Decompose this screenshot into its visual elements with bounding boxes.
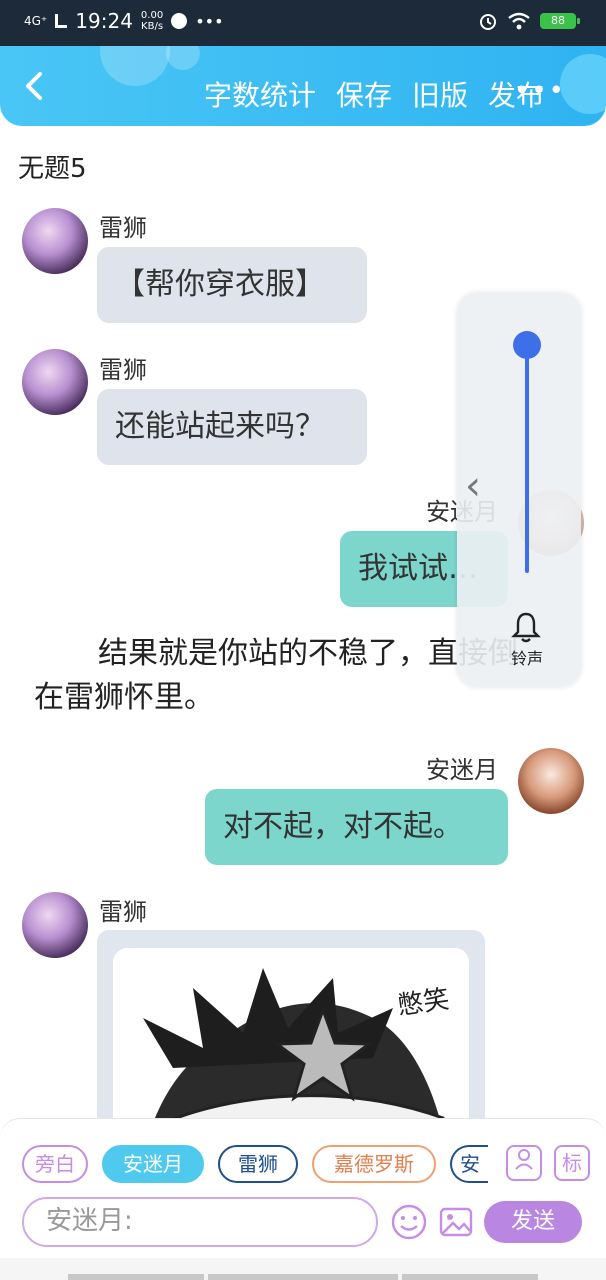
network-indicator: 4G⁺: [24, 14, 48, 28]
back-icon[interactable]: [20, 68, 50, 104]
word-count-button[interactable]: 字数统计: [204, 74, 316, 114]
message-bubble[interactable]: 还能站起来吗？: [97, 389, 367, 465]
app-header: 字数统计 保存 旧版 发布 •••: [0, 46, 606, 126]
decor-bubble: [560, 54, 606, 114]
volume-collapse-icon[interactable]: ‹: [465, 463, 481, 509]
send-button[interactable]: 发送: [484, 1201, 582, 1243]
status-bar: 4G⁺ 19:24 0.00 KB/s ••• 88: [0, 0, 606, 46]
volume-slider-track[interactable]: [525, 345, 529, 573]
alarm-icon: [480, 14, 496, 30]
speaker-name: 雷狮: [99, 898, 147, 926]
avatar[interactable]: [22, 892, 88, 958]
volume-slider-knob[interactable]: [513, 331, 541, 359]
tag-button[interactable]: 标: [554, 1145, 590, 1181]
character-chip[interactable]: 雷狮: [218, 1145, 298, 1183]
wifi-icon: [508, 12, 530, 30]
speaker-name: 雷狮: [99, 214, 147, 242]
character-chip[interactable]: 嘉德罗斯: [312, 1145, 436, 1183]
more-options-icon[interactable]: •••: [514, 76, 566, 106]
decor-bubble: [166, 46, 200, 70]
bell-icon[interactable]: [511, 611, 541, 643]
battery-indicator: 88: [540, 13, 580, 29]
nav-segment: [208, 1274, 398, 1280]
message-input[interactable]: 安迷月:: [22, 1197, 378, 1247]
profile-icon[interactable]: [506, 1145, 542, 1181]
speed-unit: KB/s: [141, 21, 164, 32]
clock: 19:24: [75, 9, 133, 33]
avatar[interactable]: [22, 208, 88, 274]
speed-value: 0.00: [140, 10, 164, 21]
network-speed: 0.00 KB/s: [141, 10, 163, 32]
character-chip-narrator[interactable]: 旁白: [22, 1145, 88, 1183]
character-chip-selected[interactable]: 安迷月: [102, 1145, 204, 1183]
browser-icon: [171, 13, 188, 29]
save-button[interactable]: 保存: [336, 74, 392, 114]
volume-panel: ‹ 铃声: [457, 293, 581, 687]
composer-bar: 旁白 安迷月 雷狮 嘉德罗斯 安 标 安迷月: 发送: [0, 1118, 606, 1259]
ringtone-label: 铃声: [511, 649, 544, 668]
sticker-caption: 憋笑: [395, 984, 452, 1022]
page-title: 无题5: [18, 154, 87, 184]
person-icon: [515, 1149, 533, 1170]
avatar[interactable]: [22, 349, 88, 415]
character-chip[interactable]: 安: [450, 1145, 488, 1183]
message-bubble[interactable]: 对不起，对不起。: [205, 789, 508, 865]
nav-segment: [68, 1274, 204, 1280]
image-picker-icon[interactable]: [437, 1203, 475, 1241]
image-message[interactable]: 憋笑: [97, 930, 485, 1150]
emoji-icon[interactable]: [390, 1203, 428, 1241]
speaker-name: 安迷月: [426, 756, 498, 784]
signal-icon: [55, 14, 68, 28]
speaker-name: 雷狮: [99, 356, 147, 384]
old-version-button[interactable]: 旧版: [412, 74, 468, 114]
decor-bubble: [100, 46, 170, 86]
avatar[interactable]: [518, 748, 584, 814]
more-notifications-icon: •••: [195, 11, 224, 31]
message-bubble[interactable]: 【帮你穿衣服】: [97, 247, 367, 323]
header-menu: 字数统计 保存 旧版 发布: [204, 74, 544, 114]
system-nav-strip: [0, 1258, 606, 1280]
nav-segment: [402, 1274, 538, 1280]
